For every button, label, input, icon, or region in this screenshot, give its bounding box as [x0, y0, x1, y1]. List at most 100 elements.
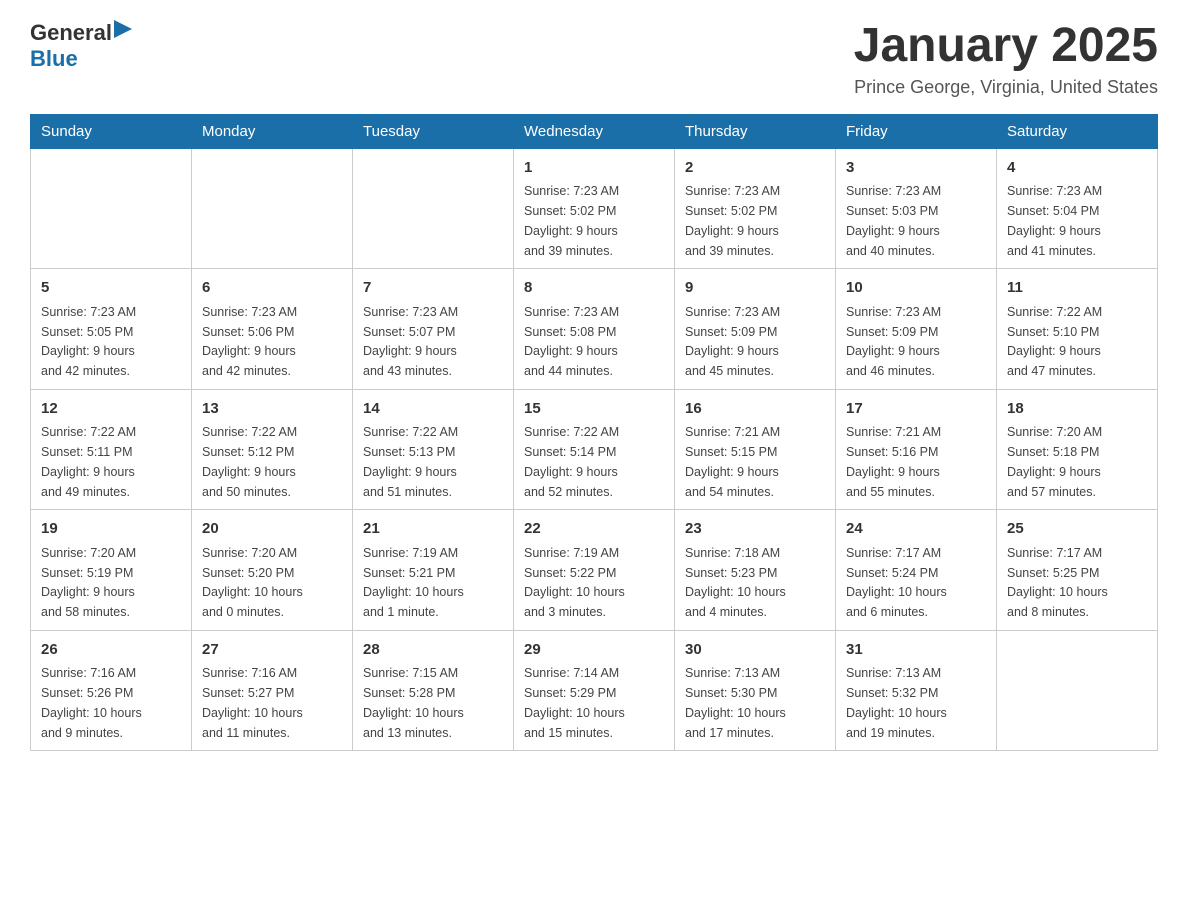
- day-number: 18: [1007, 398, 1147, 421]
- calendar-cell: 4 Sunrise: 7:23 AMSunset: 5:04 PMDaylight…: [997, 148, 1158, 269]
- day-info: Sunrise: 7:16 AMSunset: 5:26 PMDaylight:…: [41, 666, 142, 739]
- day-info: Sunrise: 7:22 AMSunset: 5:14 PMDaylight:…: [524, 425, 619, 498]
- day-info: Sunrise: 7:17 AMSunset: 5:25 PMDaylight:…: [1007, 546, 1108, 619]
- day-info: Sunrise: 7:23 AMSunset: 5:09 PMDaylight:…: [846, 305, 941, 378]
- day-info: Sunrise: 7:23 AMSunset: 5:02 PMDaylight:…: [685, 184, 780, 257]
- calendar-table: SundayMondayTuesdayWednesdayThursdayFrid…: [30, 114, 1158, 752]
- title-block: January 2025 Prince George, Virginia, Un…: [854, 20, 1158, 98]
- day-number: 20: [202, 518, 342, 541]
- day-info: Sunrise: 7:20 AMSunset: 5:18 PMDaylight:…: [1007, 425, 1102, 498]
- calendar-cell: 13Sunrise: 7:22 AMSunset: 5:12 PMDayligh…: [192, 389, 353, 510]
- day-number: 27: [202, 639, 342, 662]
- day-number: 28: [363, 639, 503, 662]
- calendar-cell: [192, 148, 353, 269]
- page-header: General Blue January 2025 Prince George,…: [30, 20, 1158, 98]
- calendar-cell: 18 Sunrise: 7:20 AMSunset: 5:18 PMDayligh…: [997, 389, 1158, 510]
- calendar-cell: 3Sunrise: 7:23 AMSunset: 5:03 PMDaylight…: [836, 148, 997, 269]
- day-number: 31: [846, 639, 986, 662]
- day-info: Sunrise: 7:23 AMSunset: 5:07 PMDaylight:…: [363, 305, 458, 378]
- calendar-cell: 1 Sunrise: 7:23 AMSunset: 5:02 PMDaylight…: [514, 148, 675, 269]
- calendar-cell: 28 Sunrise: 7:15 AMSunset: 5:28 PMDayligh…: [353, 630, 514, 751]
- day-number: 8: [524, 277, 664, 300]
- day-number: 21: [363, 518, 503, 541]
- day-info: Sunrise: 7:23 AMSunset: 5:03 PMDaylight:…: [846, 184, 941, 257]
- day-number: 16: [685, 398, 825, 421]
- day-number: 13: [202, 398, 342, 421]
- day-number: 4: [1007, 157, 1147, 180]
- day-info: Sunrise: 7:17 AMSunset: 5:24 PMDaylight:…: [846, 546, 947, 619]
- day-info: Sunrise: 7:16 AMSunset: 5:27 PMDaylight:…: [202, 666, 303, 739]
- location-title: Prince George, Virginia, United States: [854, 77, 1158, 98]
- day-info: Sunrise: 7:22 AMSunset: 5:11 PMDaylight:…: [41, 425, 136, 498]
- logo-blue: Blue: [30, 46, 78, 71]
- calendar-cell: 31 Sunrise: 7:13 AMSunset: 5:32 PMDayligh…: [836, 630, 997, 751]
- day-info: Sunrise: 7:23 AMSunset: 5:02 PMDaylight:…: [524, 184, 619, 257]
- calendar-cell: 8Sunrise: 7:23 AMSunset: 5:08 PMDaylight…: [514, 269, 675, 390]
- day-info: Sunrise: 7:21 AMSunset: 5:15 PMDaylight:…: [685, 425, 780, 498]
- day-number: 11: [1007, 277, 1147, 300]
- day-number: 2: [685, 157, 825, 180]
- calendar-cell: 24Sunrise: 7:17 AMSunset: 5:24 PMDayligh…: [836, 510, 997, 631]
- calendar-cell: 17Sunrise: 7:21 AMSunset: 5:16 PMDayligh…: [836, 389, 997, 510]
- day-number: 25: [1007, 518, 1147, 541]
- day-info: Sunrise: 7:22 AMSunset: 5:10 PMDaylight:…: [1007, 305, 1102, 378]
- calendar-header-tuesday: Tuesday: [353, 114, 514, 148]
- calendar-cell: 15 Sunrise: 7:22 AMSunset: 5:14 PMDayligh…: [514, 389, 675, 510]
- calendar-cell: 19Sunrise: 7:20 AMSunset: 5:19 PMDayligh…: [31, 510, 192, 631]
- calendar-cell: 21 Sunrise: 7:19 AMSunset: 5:21 PMDayligh…: [353, 510, 514, 631]
- calendar-header-monday: Monday: [192, 114, 353, 148]
- calendar-header-saturday: Saturday: [997, 114, 1158, 148]
- calendar-cell: 27 Sunrise: 7:16 AMSunset: 5:27 PMDayligh…: [192, 630, 353, 751]
- calendar-header-thursday: Thursday: [675, 114, 836, 148]
- calendar-cell: 9Sunrise: 7:23 AMSunset: 5:09 PMDaylight…: [675, 269, 836, 390]
- calendar-cell: 14 Sunrise: 7:22 AMSunset: 5:13 PMDayligh…: [353, 389, 514, 510]
- day-number: 22: [524, 518, 664, 541]
- calendar-header-sunday: Sunday: [31, 114, 192, 148]
- calendar-header-friday: Friday: [836, 114, 997, 148]
- calendar-header-wednesday: Wednesday: [514, 114, 675, 148]
- calendar-cell: 20 Sunrise: 7:20 AMSunset: 5:20 PMDayligh…: [192, 510, 353, 631]
- day-number: 29: [524, 639, 664, 662]
- day-number: 9: [685, 277, 825, 300]
- day-info: Sunrise: 7:19 AMSunset: 5:22 PMDaylight:…: [524, 546, 625, 619]
- calendar-week-1: 1 Sunrise: 7:23 AMSunset: 5:02 PMDaylight…: [31, 148, 1158, 269]
- day-number: 30: [685, 639, 825, 662]
- calendar-cell: 12Sunrise: 7:22 AMSunset: 5:11 PMDayligh…: [31, 389, 192, 510]
- calendar-week-2: 5Sunrise: 7:23 AMSunset: 5:05 PMDaylight…: [31, 269, 1158, 390]
- day-info: Sunrise: 7:21 AMSunset: 5:16 PMDaylight:…: [846, 425, 941, 498]
- day-info: Sunrise: 7:19 AMSunset: 5:21 PMDaylight:…: [363, 546, 464, 619]
- calendar-cell: 26Sunrise: 7:16 AMSunset: 5:26 PMDayligh…: [31, 630, 192, 751]
- day-number: 6: [202, 277, 342, 300]
- day-info: Sunrise: 7:15 AMSunset: 5:28 PMDaylight:…: [363, 666, 464, 739]
- calendar-cell: 10 Sunrise: 7:23 AMSunset: 5:09 PMDayligh…: [836, 269, 997, 390]
- day-number: 5: [41, 277, 181, 300]
- calendar-cell: [31, 148, 192, 269]
- day-info: Sunrise: 7:13 AMSunset: 5:32 PMDaylight:…: [846, 666, 947, 739]
- month-title: January 2025: [854, 20, 1158, 73]
- day-number: 10: [846, 277, 986, 300]
- calendar-cell: 23 Sunrise: 7:18 AMSunset: 5:23 PMDayligh…: [675, 510, 836, 631]
- calendar-cell: [353, 148, 514, 269]
- day-info: Sunrise: 7:23 AMSunset: 5:04 PMDaylight:…: [1007, 184, 1102, 257]
- calendar-header-row: SundayMondayTuesdayWednesdayThursdayFrid…: [31, 114, 1158, 148]
- day-number: 1: [524, 157, 664, 180]
- calendar-cell: 5Sunrise: 7:23 AMSunset: 5:05 PMDaylight…: [31, 269, 192, 390]
- calendar-week-5: 26Sunrise: 7:16 AMSunset: 5:26 PMDayligh…: [31, 630, 1158, 751]
- calendar-cell: 22 Sunrise: 7:19 AMSunset: 5:22 PMDayligh…: [514, 510, 675, 631]
- day-number: 19: [41, 518, 181, 541]
- day-number: 14: [363, 398, 503, 421]
- calendar-cell: 16 Sunrise: 7:21 AMSunset: 5:15 PMDayligh…: [675, 389, 836, 510]
- day-number: 7: [363, 277, 503, 300]
- day-info: Sunrise: 7:22 AMSunset: 5:13 PMDaylight:…: [363, 425, 458, 498]
- logo: General Blue: [30, 20, 132, 72]
- day-info: Sunrise: 7:14 AMSunset: 5:29 PMDaylight:…: [524, 666, 625, 739]
- day-info: Sunrise: 7:20 AMSunset: 5:20 PMDaylight:…: [202, 546, 303, 619]
- day-number: 23: [685, 518, 825, 541]
- day-info: Sunrise: 7:23 AMSunset: 5:06 PMDaylight:…: [202, 305, 297, 378]
- calendar-cell: 25 Sunrise: 7:17 AMSunset: 5:25 PMDayligh…: [997, 510, 1158, 631]
- day-number: 15: [524, 398, 664, 421]
- day-info: Sunrise: 7:18 AMSunset: 5:23 PMDaylight:…: [685, 546, 786, 619]
- calendar-cell: 11 Sunrise: 7:22 AMSunset: 5:10 PMDayligh…: [997, 269, 1158, 390]
- logo-general: General: [30, 20, 112, 46]
- day-info: Sunrise: 7:13 AMSunset: 5:30 PMDaylight:…: [685, 666, 786, 739]
